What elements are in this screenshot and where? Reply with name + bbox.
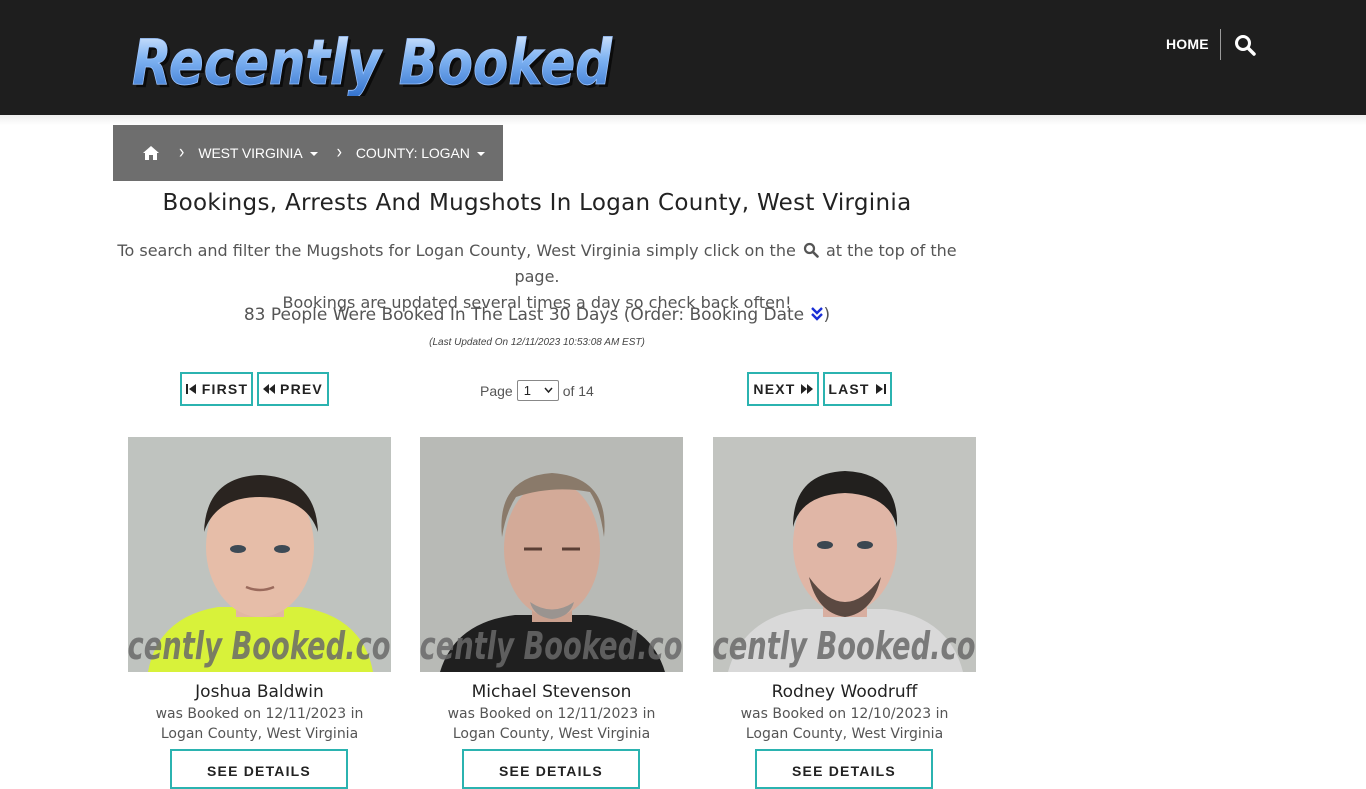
page-indicator: Page 1 of 14 — [480, 380, 594, 401]
next-page-button[interactable]: NEXT — [747, 372, 819, 406]
next-page-label: NEXT — [753, 381, 796, 397]
see-details-button[interactable]: SEE DETAILS — [462, 749, 640, 789]
forward-icon — [800, 384, 813, 394]
booking-card: cently Booked.co Rodney Woodruff was Boo… — [713, 437, 976, 789]
booking-card: cently Booked.co Michael Stevenson was B… — [420, 437, 683, 789]
page-select-value: 1 — [523, 383, 531, 398]
booking-count: 83 People Were Booked In The Last 30 Day… — [113, 305, 961, 325]
person-name[interactable]: Rodney Woodruff — [713, 682, 976, 702]
last-page-button[interactable]: LAST — [823, 372, 892, 406]
booking-location: Logan County, West Virginia — [745, 726, 944, 742]
see-details-button[interactable]: SEE DETAILS — [755, 749, 933, 789]
mugshot-photo[interactable]: cently Booked.co — [128, 437, 391, 672]
booking-info: was Booked on 12/11/2023 in Logan County… — [128, 704, 391, 744]
booking-info: was Booked on 12/10/2023 in Logan County… — [713, 704, 976, 744]
page-select[interactable]: 1 — [516, 380, 559, 401]
page-label: Page — [480, 382, 513, 399]
see-details-button[interactable]: SEE DETAILS — [170, 749, 348, 789]
nav-home-link[interactable]: HOME — [1166, 36, 1209, 52]
search-icon[interactable] — [1233, 33, 1257, 57]
double-chevron-down-icon[interactable] — [810, 306, 824, 322]
prev-page-label: PREV — [280, 381, 323, 397]
watermark-text: cently Booked.co — [420, 624, 683, 668]
page-title: Bookings, Arrests And Mugshots In Logan … — [162, 190, 912, 216]
booking-count-close: ) — [823, 305, 831, 325]
breadcrumb-state-dropdown[interactable]: WEST VIRGINIA — [198, 145, 318, 161]
watermark-text: cently Booked.co — [128, 624, 391, 668]
booking-card: cently Booked.co Joshua Baldwin was Book… — [128, 437, 391, 789]
backward-icon — [263, 384, 276, 394]
booking-info: was Booked on 12/11/2023 in Logan County… — [420, 704, 683, 744]
first-page-button[interactable]: FIRST — [180, 372, 253, 406]
booking-date-line: was Booked on 12/11/2023 in — [447, 706, 656, 722]
breadcrumb-state-label: WEST VIRGINIA — [198, 145, 303, 161]
svg-text:Recently Booked: Recently Booked — [132, 26, 613, 96]
prev-page-button[interactable]: PREV — [257, 372, 329, 406]
breadcrumb-county-label: COUNTY: LOGAN — [355, 145, 470, 161]
caret-down-icon — [476, 152, 485, 157]
chevron-right-icon: › — [336, 142, 342, 163]
booking-count-text: 83 People Were Booked In The Last 30 Day… — [243, 305, 805, 325]
skip-last-icon — [875, 384, 886, 394]
mugshot-photo[interactable]: cently Booked.co — [713, 437, 976, 672]
search-icon — [803, 240, 819, 258]
page-of-label: of 14 — [562, 382, 594, 399]
booking-location: Logan County, West Virginia — [160, 726, 359, 742]
breadcrumb-county-dropdown[interactable]: COUNTY: LOGAN — [356, 145, 485, 161]
site-logo[interactable]: Recently Booked Recently Booked — [124, 16, 619, 96]
logo-graphic: Recently Booked Recently Booked — [132, 26, 616, 96]
booking-date-line: was Booked on 12/11/2023 in — [155, 706, 364, 722]
booking-date-line: was Booked on 12/10/2023 in — [740, 706, 949, 722]
header-shadow — [0, 115, 1366, 125]
chevron-down-icon — [544, 387, 553, 394]
first-page-label: FIRST — [201, 381, 249, 397]
nav-divider — [1220, 29, 1221, 60]
last-updated: (Last Updated On 12/11/2023 10:53:08 AM … — [429, 337, 645, 348]
chevron-right-icon: › — [179, 142, 185, 163]
person-name[interactable]: Michael Stevenson — [420, 682, 683, 702]
caret-down-icon — [309, 152, 318, 157]
mugshot-photo[interactable]: cently Booked.co — [420, 437, 683, 672]
last-page-label: LAST — [828, 381, 870, 397]
booking-location: Logan County, West Virginia — [452, 726, 651, 742]
home-icon[interactable] — [142, 145, 160, 161]
top-header: Recently Booked Recently Booked HOME — [0, 0, 1366, 115]
intro-text-before: To search and filter the Mugshots for Lo… — [117, 241, 796, 260]
person-name[interactable]: Joshua Baldwin — [128, 682, 391, 702]
watermark-text: cently Booked.co — [713, 624, 976, 668]
breadcrumb: › WEST VIRGINIA › COUNTY: LOGAN — [113, 125, 503, 181]
skip-first-icon — [185, 384, 196, 394]
